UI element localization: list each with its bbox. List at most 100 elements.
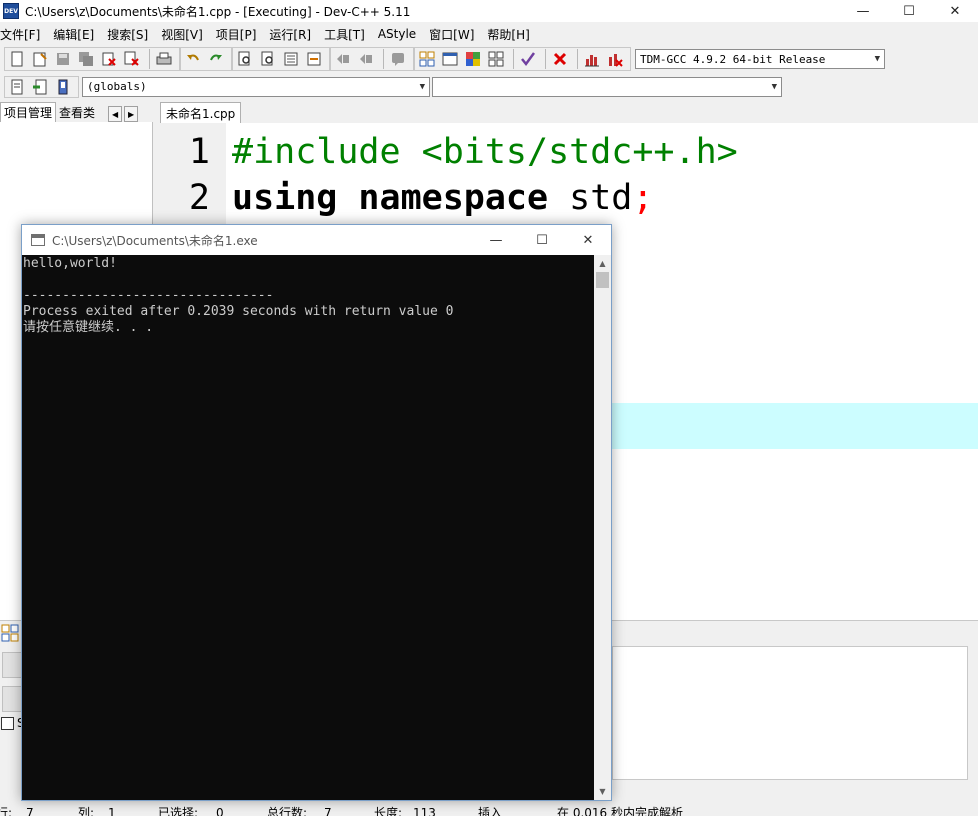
console-app-icon [31, 234, 45, 246]
chevron-down-icon: ▼ [419, 81, 425, 92]
status-length-label: 长度: [374, 806, 403, 816]
close-all-icon[interactable] [122, 49, 142, 69]
devcpp-app-icon: DEV [3, 3, 19, 19]
symbol-select[interactable]: ▼ [432, 76, 782, 97]
scope-select[interactable]: (globals) ▼ [82, 76, 430, 97]
unindent-icon[interactable] [356, 49, 376, 69]
status-length-value: 113 [413, 806, 436, 816]
menu-edit[interactable]: 编辑[E] [53, 26, 100, 43]
toggle-comment-icon[interactable] [388, 49, 408, 69]
code-token: #include <bits/stdc++.h> [232, 132, 738, 172]
status-row-value: 7 [26, 806, 34, 816]
console-title-bar[interactable]: C:\Users\z\Documents\未命名1.exe — ☐ ✕ [22, 225, 611, 255]
rebuild-icon[interactable] [486, 49, 506, 69]
stop-execution-icon[interactable] [550, 49, 570, 69]
console-line: hello,world! [23, 256, 117, 271]
syntax-check-icon[interactable] [518, 49, 538, 69]
tab-scroll-right-icon[interactable]: ▶ [124, 106, 139, 122]
goto-declaration-icon[interactable] [30, 77, 50, 97]
close-file-icon[interactable] [99, 49, 119, 69]
save-all-icon[interactable] [76, 49, 96, 69]
menu-tools[interactable]: 工具[T] [324, 26, 371, 43]
status-sel-label: 已选择: [158, 806, 199, 816]
maximize-button[interactable]: ☐ [886, 0, 932, 22]
main-title-bar[interactable]: DEV C:\Users\z\Documents\未命名1.cpp - [Exe… [0, 0, 978, 22]
undo-icon[interactable] [183, 49, 203, 69]
console-window[interactable]: C:\Users\z\Documents\未命名1.exe — ☐ ✕ hell… [21, 224, 612, 801]
menu-project[interactable]: 项目[P] [216, 26, 263, 43]
status-col-value: 1 [108, 806, 116, 816]
code-token: std [548, 178, 633, 218]
insert-icon[interactable] [7, 77, 27, 97]
compile-log-scrollbar[interactable] [968, 646, 978, 780]
status-lines-value: 7 [324, 806, 332, 816]
menu-run[interactable]: 运行[R] [269, 26, 317, 43]
save-icon[interactable] [53, 49, 73, 69]
chevron-down-icon: ▼ [874, 54, 880, 64]
scope-select-value: (globals) [87, 80, 147, 93]
menu-view[interactable]: 视图[V] [161, 26, 209, 43]
bookmark-icon[interactable] [281, 49, 301, 69]
compiler-select-value: TDM-GCC 4.9.2 64-bit Release [640, 52, 826, 66]
find-icon[interactable] [235, 49, 255, 69]
new-file-icon[interactable] [7, 49, 27, 69]
goto-definition-icon[interactable] [53, 77, 73, 97]
code-text: #include <bits/stdc++.h> [232, 132, 738, 172]
code-text: using namespace std; [232, 178, 653, 218]
compile-log-area[interactable] [612, 646, 968, 780]
status-lines-label: 总行数: [267, 806, 308, 816]
menu-file[interactable]: 文件[F] [0, 26, 46, 43]
open-file-icon[interactable] [30, 49, 50, 69]
compiler-select[interactable]: TDM-GCC 4.9.2 64-bit Release ▼ [635, 49, 885, 69]
scroll-up-icon[interactable]: ▲ [594, 255, 611, 272]
code-line[interactable]: 2 using namespace std; [160, 175, 978, 221]
console-scrollbar[interactable]: ▲ ▼ [594, 255, 611, 800]
compiler-grid-icon[interactable] [1, 624, 19, 642]
line-number: 1 [188, 132, 210, 172]
redo-icon[interactable] [206, 49, 226, 69]
status-insert-mode: 插入 [478, 806, 503, 816]
line-number: 2 [188, 178, 210, 218]
editor-tab-file[interactable]: 未命名1.cpp [160, 102, 242, 123]
status-bar: 行: 7 列: 1 已选择: 0 总行数: 7 长度: 113 插入 在 0.0… [0, 802, 978, 816]
menu-astyle[interactable]: AStyle [378, 27, 422, 41]
scroll-down-icon[interactable]: ▼ [594, 783, 611, 800]
console-scroll-thumb[interactable] [596, 272, 609, 288]
status-sel-value: 0 [216, 806, 224, 816]
menu-bar: 文件[F] 编辑[E] 搜索[S] 视图[V] 项目[P] 运行[R] 工具[T… [0, 24, 978, 44]
console-maximize-button[interactable]: ☐ [519, 225, 565, 255]
delete-profile-icon[interactable] [605, 49, 625, 69]
tab-project-manager[interactable]: 项目管理 [0, 102, 57, 122]
tab-scroll-left-icon[interactable]: ◀ [108, 106, 123, 122]
status-col-label: 列: [78, 806, 95, 816]
goto-line-icon[interactable] [304, 49, 324, 69]
code-line[interactable]: 1 #include <bits/stdc++.h> [160, 129, 978, 175]
run-icon[interactable] [440, 49, 460, 69]
compile-icon[interactable] [417, 49, 437, 69]
menu-search[interactable]: 搜索[S] [107, 26, 154, 43]
console-window-title: C:\Users\z\Documents\未命名1.exe [52, 233, 258, 248]
profile-chart-icon[interactable] [582, 49, 602, 69]
console-line: -------------------------------- [23, 288, 274, 303]
tab-class-view[interactable]: 查看类 [56, 102, 98, 122]
compile-run-icon[interactable] [463, 49, 483, 69]
main-window-title: C:\Users\z\Documents\未命名1.cpp - [Executi… [25, 4, 411, 19]
print-icon[interactable] [154, 49, 174, 69]
replace-icon[interactable] [258, 49, 278, 69]
status-parse-message: 在 0.016 秒内完成解析 [557, 806, 683, 816]
chevron-down-icon: ▼ [771, 81, 777, 92]
indent-icon[interactable] [333, 49, 353, 69]
status-row-label: 行: [0, 806, 13, 816]
code-token: ; [632, 178, 654, 218]
bottom-checkbox[interactable] [1, 717, 14, 730]
console-minimize-button[interactable]: — [473, 225, 519, 255]
minimize-button[interactable]: — [840, 0, 886, 22]
console-line: Process exited after 0.2039 seconds with… [23, 304, 454, 319]
close-button[interactable]: ✕ [932, 0, 978, 22]
menu-help[interactable]: 帮助[H] [487, 26, 535, 43]
main-toolbar: TDM-GCC 4.9.2 64-bit Release ▼ [0, 45, 978, 73]
left-panel-tabs: 项目管理 查看类 ◀ ▶ [0, 101, 155, 122]
console-output[interactable]: hello,world! ---------------------------… [22, 255, 594, 800]
console-close-button[interactable]: ✕ [565, 225, 611, 255]
menu-window[interactable]: 窗口[W] [429, 26, 480, 43]
